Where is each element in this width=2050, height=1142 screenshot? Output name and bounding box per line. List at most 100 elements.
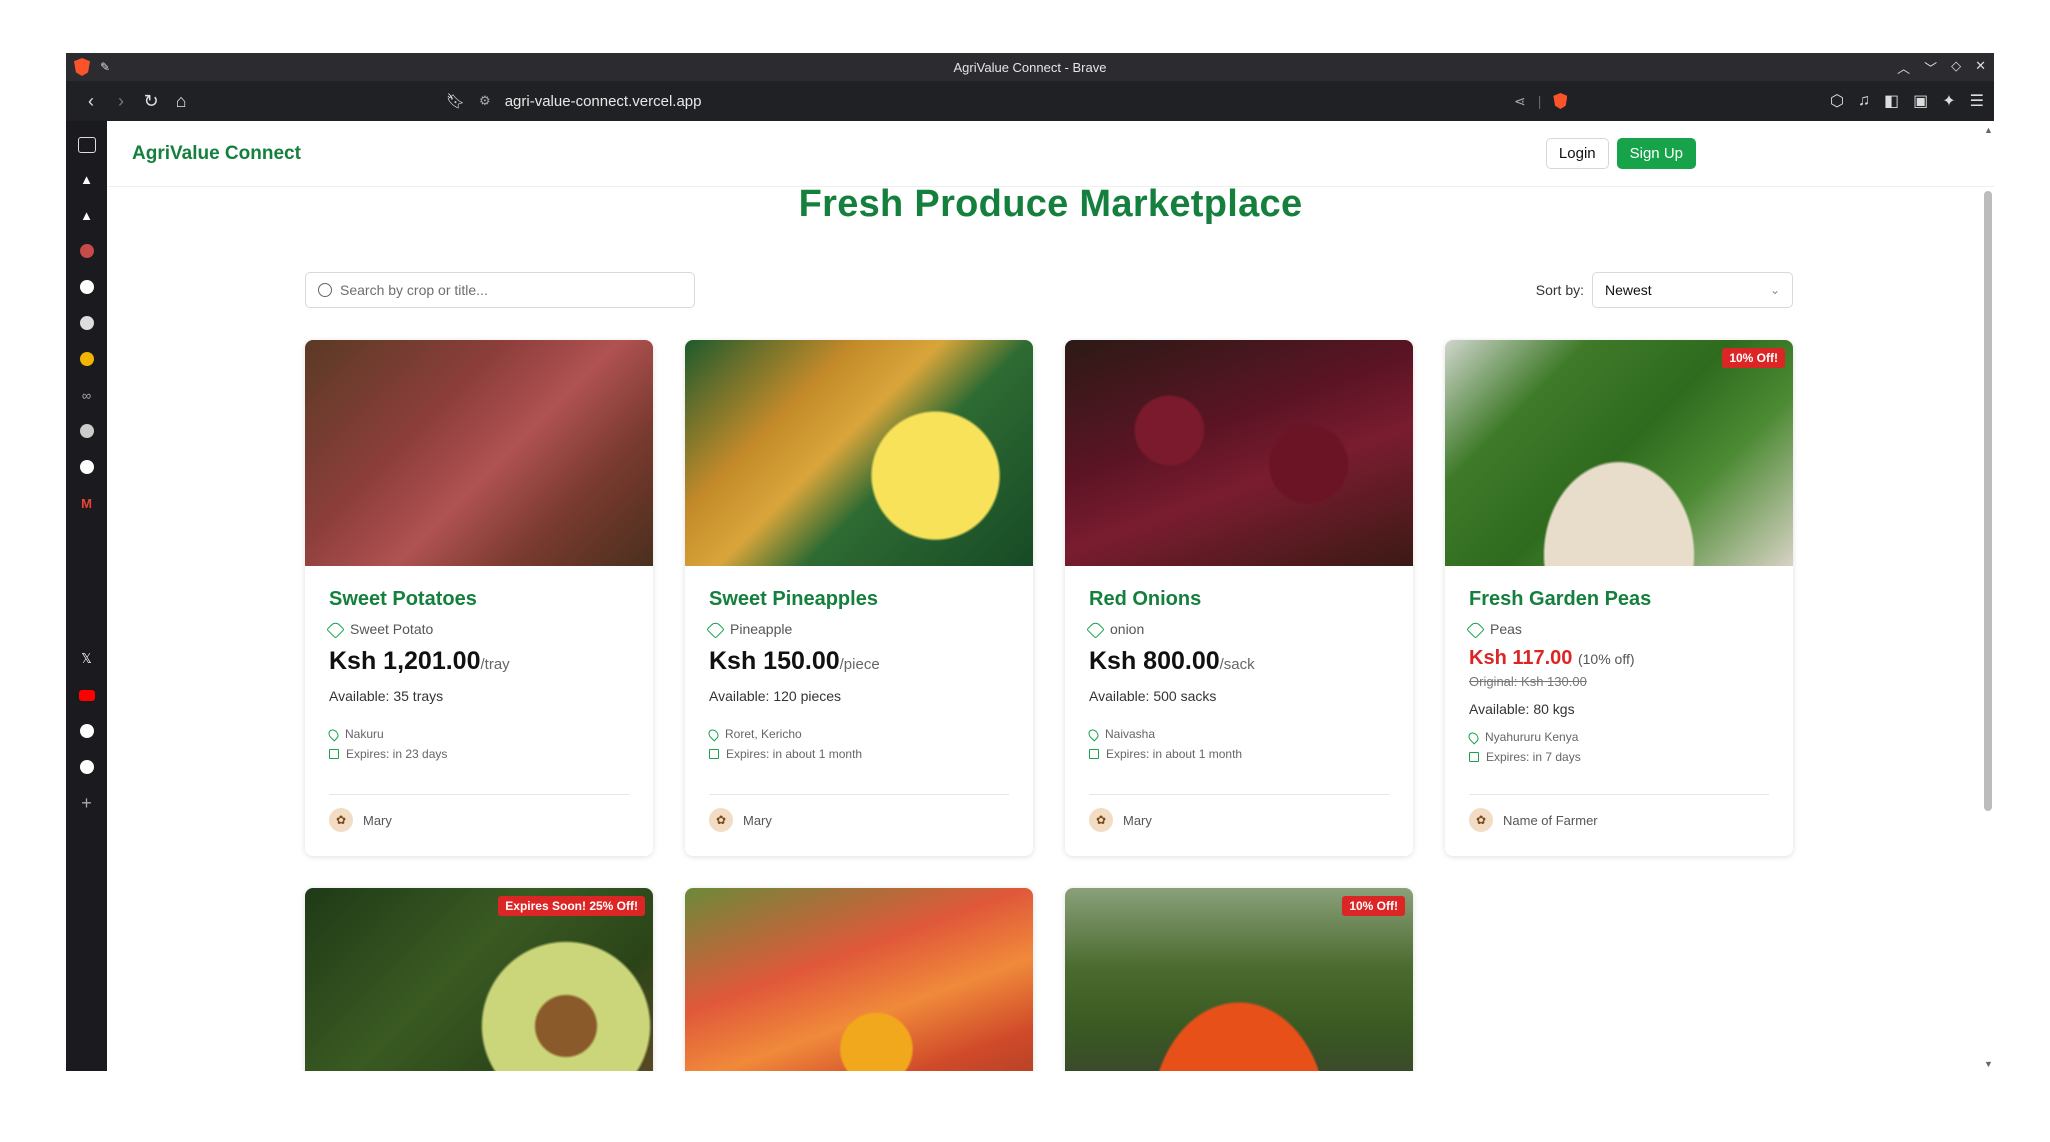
location-pin-icon	[326, 726, 341, 742]
triangle-app-icon[interactable]: ▲	[77, 169, 97, 189]
x-twitter-icon[interactable]: 𝕏	[77, 649, 97, 669]
crop-name: onion	[1110, 621, 1145, 637]
discount-badge: 10% Off!	[1342, 896, 1405, 916]
github-icon[interactable]	[77, 457, 97, 477]
scroll-up-arrow[interactable]: ▲	[1984, 125, 1993, 135]
location: Roret, Kericho	[725, 727, 802, 741]
card-divider	[329, 794, 629, 795]
settings-app-icon[interactable]	[77, 277, 97, 297]
location-pin-icon	[1086, 726, 1101, 742]
reload-icon[interactable]: ↻	[136, 91, 166, 112]
window-title: AgriValue Connect - Brave	[953, 59, 1107, 75]
farmer-avatar: ✿	[709, 808, 733, 832]
availability: Available: 35 trays	[329, 688, 444, 704]
scroll-down-arrow[interactable]: ▼	[1984, 1059, 1993, 1069]
product-card[interactable]: Red Onions onion Ksh 800.00/sack Availab…	[1065, 340, 1413, 856]
product-title[interactable]: Red Onions	[1089, 588, 1389, 611]
farmer-name: Mary	[363, 812, 392, 828]
forward-icon[interactable]: ›	[106, 91, 136, 112]
brave-shields-icon[interactable]	[1553, 93, 1568, 109]
product-card[interactable]: 10% Off! Fresh Garden Peas Peas Ksh 117.…	[1445, 340, 1793, 856]
product-image: 10% Off!	[1065, 888, 1413, 1071]
product-title[interactable]: Sweet Pineapples	[709, 588, 1009, 611]
minimize-icon[interactable]: ﹀	[1924, 58, 1937, 77]
availability: Available: 500 sacks	[1089, 688, 1217, 704]
circle-app-icon[interactable]	[77, 241, 97, 261]
menu-icon[interactable]: ☰	[1970, 91, 1984, 111]
search-icon	[318, 283, 332, 297]
link-app-icon[interactable]: ∞	[77, 385, 97, 405]
tag-icon	[1466, 619, 1485, 639]
expiry: Expires: in 23 days	[346, 747, 448, 761]
farmer-name: Mary	[743, 812, 772, 828]
page-scrollbar[interactable]	[1984, 191, 1992, 811]
discount-badge: 10% Off!	[1722, 348, 1785, 368]
search-input[interactable]	[340, 282, 660, 298]
bookmark-icon[interactable]: 🔖︎	[446, 92, 465, 110]
sort-value: Newest	[1605, 282, 1652, 298]
location: Nyahururu Kenya	[1485, 730, 1579, 744]
sidebar-toggle-icon[interactable]: ◧	[1884, 91, 1899, 111]
tag-icon	[1086, 619, 1105, 639]
search-box[interactable]	[305, 272, 695, 308]
expiry: Expires: in 7 days	[1486, 750, 1581, 764]
browser-window: ✎ AgriValue Connect - Brave ︿ ﹀ ◇ ✕ ‹ › …	[66, 53, 1994, 1071]
share-icon[interactable]: ⋖	[1514, 93, 1526, 110]
openai-app-icon[interactable]	[77, 313, 97, 333]
product-card[interactable]: Sweet Potatoes Sweet Potato Ksh 1,201.00…	[305, 340, 653, 856]
url-field[interactable]: agri-value-connect.vercel.app	[505, 93, 702, 110]
site-settings-icon[interactable]: ⚙	[479, 93, 491, 109]
leo-ai-icon[interactable]: ✦	[1942, 91, 1955, 111]
product-price: Ksh 800.00/sack	[1089, 647, 1255, 675]
calendar-icon	[1469, 752, 1479, 762]
wallet-icon[interactable]: ▣	[1913, 91, 1928, 111]
title-bar: ✎ AgriValue Connect - Brave ︿ ﹀ ◇ ✕	[66, 53, 1994, 81]
product-title[interactable]: Sweet Potatoes	[329, 588, 629, 611]
crop-name: Peas	[1490, 621, 1522, 637]
chevron-down-icon: ⌄	[1769, 283, 1780, 297]
product-card[interactable]: Sweet Pineapples Pineapple Ksh 150.00/pi…	[685, 340, 1033, 856]
gmail-icon[interactable]: M	[77, 493, 97, 513]
product-image: Expires Soon! 25% Off!	[305, 888, 653, 1071]
close-icon[interactable]: ✕	[1975, 58, 1986, 77]
page-title: Fresh Produce Marketplace	[798, 183, 1303, 225]
media-icon[interactable]: ♫	[1858, 92, 1870, 110]
product-image	[1065, 340, 1413, 566]
site-header: AgriValue Connect Login Sign Up	[107, 121, 1994, 187]
maximize-icon[interactable]: ◇	[1951, 58, 1961, 77]
pin-icon[interactable]: ✎	[100, 60, 110, 74]
youtube-icon[interactable]	[77, 685, 97, 705]
github-icon-2[interactable]	[77, 757, 97, 777]
farmer-name: Name of Farmer	[1503, 812, 1598, 828]
brand-logo[interactable]: AgriValue Connect	[132, 143, 301, 165]
sort-select[interactable]: Newest ⌄	[1592, 272, 1793, 308]
browser-toolbar: ‹ › ↻ ⌂ 🔖︎ ⚙ agri-value-connect.vercel.a…	[66, 81, 1994, 121]
chrome-app-icon[interactable]	[77, 349, 97, 369]
back-icon[interactable]: ‹	[76, 91, 106, 112]
signup-button[interactable]: Sign Up	[1616, 138, 1696, 169]
triangle-app-icon-2[interactable]: ▲	[77, 205, 97, 225]
product-price: Ksh 117.00 (10% off)	[1469, 647, 1635, 669]
login-button[interactable]: Login	[1545, 138, 1609, 169]
collapse-up-icon[interactable]: ︿	[1897, 58, 1910, 77]
location-pin-icon	[1466, 729, 1481, 745]
farmer-avatar: ✿	[1089, 808, 1113, 832]
reddit-icon[interactable]	[77, 721, 97, 741]
home-icon[interactable]: ⌂	[166, 91, 196, 112]
sidebar-panel-icon[interactable]	[77, 137, 96, 153]
add-sidebar-item-icon[interactable]: +	[77, 793, 97, 813]
brave-logo-icon	[74, 58, 90, 76]
product-price: Ksh 150.00/piece	[709, 647, 880, 675]
location: Nakuru	[345, 727, 384, 741]
product-card[interactable]: 10% Off!	[1065, 888, 1413, 1071]
product-card[interactable]	[685, 888, 1033, 1071]
compass-app-icon[interactable]	[77, 421, 97, 441]
product-image	[305, 340, 653, 566]
filter-controls: Sort by: Newest ⌄	[305, 272, 1793, 310]
product-card[interactable]: Expires Soon! 25% Off!	[305, 888, 653, 1071]
expiry: Expires: in about 1 month	[726, 747, 863, 761]
discount-badge: Expires Soon! 25% Off!	[498, 896, 645, 916]
product-title[interactable]: Fresh Garden Peas	[1469, 588, 1769, 611]
extensions-icon[interactable]: ⬡	[1830, 91, 1844, 111]
product-image	[685, 340, 1033, 566]
